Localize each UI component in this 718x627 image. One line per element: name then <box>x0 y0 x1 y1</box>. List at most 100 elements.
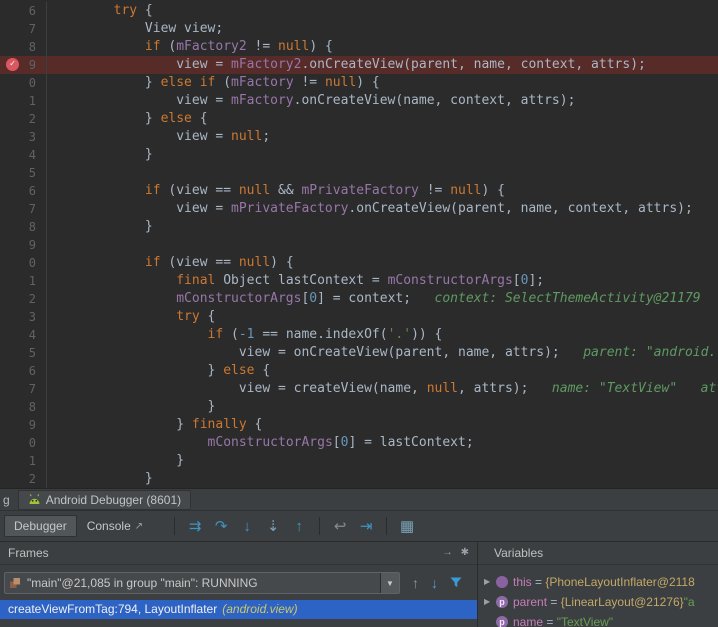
variable-row[interactable]: ▶ p parent = {LinearLayout@21276} "a <box>484 592 718 612</box>
show-execution-point-icon[interactable]: ⇉ <box>182 517 208 535</box>
code-line[interactable]: 5 view = onCreateView(parent, name, attr… <box>0 344 718 362</box>
tab-android-debugger[interactable]: Android Debugger (8601) <box>17 489 192 510</box>
line-number[interactable]: 0 <box>0 434 47 452</box>
line-number[interactable]: 7 <box>0 200 47 218</box>
line-number[interactable]: 6 <box>0 182 47 200</box>
line-number[interactable]: 8 <box>0 398 47 416</box>
code-line[interactable]: 1 final Object lastContext = mConstructo… <box>0 272 718 290</box>
code-line[interactable]: 0 } else if (mFactory != null) { <box>0 74 718 92</box>
line-number-text: 7 <box>28 22 36 36</box>
code-line[interactable]: ✓ 9 view = mFactory2.onCreateView(parent,… <box>0 56 718 74</box>
code-line[interactable]: 4 } <box>0 146 718 164</box>
line-number[interactable]: 3 <box>0 308 47 326</box>
previous-frame-button[interactable]: ↑ <box>412 575 419 591</box>
filter-frames-icon[interactable] <box>450 575 462 591</box>
code-line[interactable]: 5 <box>0 164 718 182</box>
code-token: (view == <box>160 183 239 198</box>
code-line[interactable]: 6 } else { <box>0 362 718 380</box>
step-out-icon[interactable]: ↑ <box>286 518 312 535</box>
equals-sign: = <box>543 615 557 627</box>
variable-row[interactable]: ▶ this = {PhoneLayoutInflater@2118 <box>484 572 718 592</box>
code-token: view = <box>51 201 232 216</box>
step-into-icon[interactable]: ↓ <box>234 518 260 535</box>
expand-arrow-icon[interactable]: ▶ <box>484 592 496 612</box>
code-editor[interactable]: 6 try {7 View view; 8 if (mFactory2 != nu… <box>0 0 718 488</box>
code-text: View view; <box>47 20 223 38</box>
variables-tree[interactable]: ▶ this = {PhoneLayoutInflater@2118 ▶ p paren… <box>478 565 718 627</box>
code-line[interactable]: 0 if (view == null) { <box>0 254 718 272</box>
line-number[interactable]: 9 <box>0 236 47 254</box>
line-number[interactable]: 6 <box>0 2 47 20</box>
code-line[interactable]: 1 view = mFactory.onCreateView(name, con… <box>0 92 718 110</box>
line-number[interactable]: 5 <box>0 164 47 182</box>
code-line[interactable]: 2 } <box>0 470 718 488</box>
code-line[interactable]: 8 } <box>0 398 718 416</box>
line-number-text: 6 <box>28 184 36 198</box>
pin-icon[interactable]: ✱ <box>461 542 469 564</box>
view-breakpoints-grid-icon[interactable]: ▦ <box>394 517 420 535</box>
tab-debugger[interactable]: Debugger <box>4 515 77 537</box>
code-line[interactable]: 0 mConstructorArgs[0] = lastContext; <box>0 434 718 452</box>
line-number[interactable]: 1 <box>0 452 47 470</box>
code-line[interactable]: 2 } else { <box>0 110 718 128</box>
code-token: view = <box>51 93 232 108</box>
code-token: view = <box>51 129 232 144</box>
tab-console-label: Console <box>86 519 131 533</box>
line-number[interactable]: 4 <box>0 146 47 164</box>
code-line[interactable]: 9 <box>0 236 718 254</box>
line-number[interactable]: 1 <box>0 272 47 290</box>
code-token: mFactory2 <box>231 57 302 72</box>
line-number[interactable]: 5 <box>0 344 47 362</box>
code-line[interactable]: 7 view = mPrivateFactory.onCreateView(pa… <box>0 200 718 218</box>
code-line[interactable]: 2 mConstructorArgs[0] = context; context… <box>0 290 718 308</box>
line-number-text: 0 <box>28 76 36 90</box>
code-text: } <box>47 452 184 470</box>
run-to-cursor-icon[interactable]: ⇥ <box>353 517 379 535</box>
code-token: != <box>246 39 278 54</box>
code-token: } <box>51 111 161 126</box>
line-number[interactable]: 9 <box>0 416 47 434</box>
code-token: null <box>278 39 310 54</box>
restore-layout-icon[interactable]: → <box>443 542 453 564</box>
line-number[interactable]: 2 <box>0 110 47 128</box>
line-number[interactable]: 7 <box>0 380 47 398</box>
code-line[interactable]: 7 View view; <box>0 20 718 38</box>
code-line[interactable]: 8 if (mFactory2 != null) { <box>0 38 718 56</box>
variable-row[interactable]: p name = "TextView" <box>484 612 718 627</box>
thread-selector[interactable]: "main"@21,085 in group "main": RUNNING ▼ <box>4 572 400 594</box>
code-line[interactable]: 6 try { <box>0 2 718 20</box>
line-number[interactable]: 8 <box>0 38 47 56</box>
line-number[interactable]: 2 <box>0 290 47 308</box>
thread-selector-value: "main"@21,085 in group "main": RUNNING <box>27 576 258 590</box>
line-number[interactable]: 7 <box>0 20 47 38</box>
code-line[interactable]: 3 view = null; <box>0 128 718 146</box>
line-number[interactable]: 0 <box>0 74 47 92</box>
force-step-into-icon[interactable]: ⇣ <box>260 517 286 535</box>
code-line[interactable]: 3 try { <box>0 308 718 326</box>
code-line[interactable]: 9 } finally { <box>0 416 718 434</box>
code-line[interactable]: 6 if (view == null && mPrivateFactory !=… <box>0 182 718 200</box>
code-line[interactable]: 8 } <box>0 218 718 236</box>
line-number[interactable]: 3 <box>0 128 47 146</box>
code-line[interactable]: 4 if (-1 == name.indexOf('.')) { <box>0 326 718 344</box>
line-number[interactable]: 2 <box>0 470 47 488</box>
drop-frame-icon[interactable]: ↩ <box>327 517 353 535</box>
chevron-down-icon[interactable]: ▼ <box>380 573 399 593</box>
stack-frame-item[interactable]: createViewFromTag:794, LayoutInflater (an… <box>0 600 477 619</box>
tab-console[interactable]: Console ↗ <box>77 515 153 537</box>
code-line[interactable]: 7 view = createView(name, null, attrs); … <box>0 380 718 398</box>
line-number[interactable]: ✓ 9 <box>0 56 47 74</box>
next-frame-button[interactable]: ↓ <box>431 575 438 591</box>
step-over-icon[interactable]: ↷ <box>208 517 234 535</box>
breakpoint-icon[interactable]: ✓ <box>6 58 19 71</box>
this-value-icon <box>496 576 508 588</box>
line-number[interactable]: 8 <box>0 218 47 236</box>
line-number[interactable]: 0 <box>0 254 47 272</box>
line-number[interactable]: 4 <box>0 326 47 344</box>
code-token: } <box>51 453 185 468</box>
line-number[interactable]: 6 <box>0 362 47 380</box>
expand-arrow-icon[interactable]: ▶ <box>484 572 496 592</box>
line-number[interactable]: 1 <box>0 92 47 110</box>
code-line[interactable]: 1 } <box>0 452 718 470</box>
